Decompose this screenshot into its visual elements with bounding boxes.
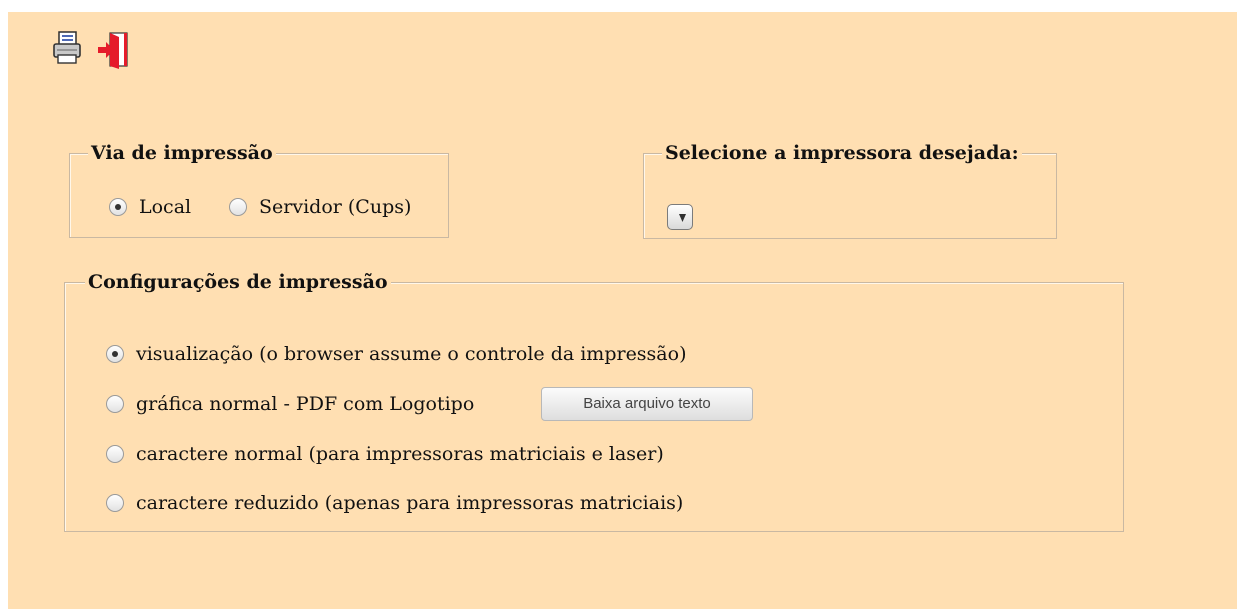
pdf-logo-label: gráfica normal - PDF com Logotipo: [136, 393, 475, 415]
local-option[interactable]: Local: [109, 193, 191, 221]
server-cups-label: Servidor (Cups): [259, 196, 412, 218]
preview-option[interactable]: visualização (o browser assume o control…: [106, 340, 687, 368]
local-label: Local: [139, 196, 192, 218]
pdf-logo-radio[interactable]: [106, 395, 124, 413]
printer-icon[interactable]: [50, 28, 84, 72]
server-cups-radio[interactable]: [229, 198, 247, 216]
download-text-file-button[interactable]: Baixa arquivo texto: [541, 387, 753, 421]
local-radio[interactable]: [109, 198, 127, 216]
reduced-character-label: caractere reduzido (apenas para impresso…: [136, 492, 684, 514]
preview-radio[interactable]: [106, 345, 124, 363]
printer-select[interactable]: [667, 204, 693, 230]
exit-door-icon[interactable]: [96, 28, 132, 72]
normal-character-radio[interactable]: [106, 445, 124, 463]
server-cups-option[interactable]: Servidor (Cups): [229, 193, 411, 221]
print-route-title: Via de impressão: [88, 140, 276, 166]
reduced-character-option[interactable]: caractere reduzido (apenas para impresso…: [106, 489, 683, 517]
pdf-logo-option[interactable]: gráfica normal - PDF com Logotipo: [106, 390, 474, 418]
print-settings-group: Configurações de impressão visualização …: [64, 269, 1124, 532]
normal-character-label: caractere normal (para impressoras matri…: [136, 443, 664, 465]
print-settings-title: Configurações de impressão: [85, 269, 391, 295]
preview-label: visualização (o browser assume o control…: [136, 343, 687, 365]
printer-selection-title: Selecione a impressora desejada:: [662, 140, 1022, 166]
print-options-panel: Via de impressão Local Servidor (Cups) S…: [8, 12, 1237, 609]
normal-character-option[interactable]: caractere normal (para impressoras matri…: [106, 440, 664, 468]
printer-selection-group: Selecione a impressora desejada:: [643, 140, 1057, 239]
reduced-character-radio[interactable]: [106, 494, 124, 512]
print-route-group: Via de impressão Local Servidor (Cups): [69, 140, 449, 238]
